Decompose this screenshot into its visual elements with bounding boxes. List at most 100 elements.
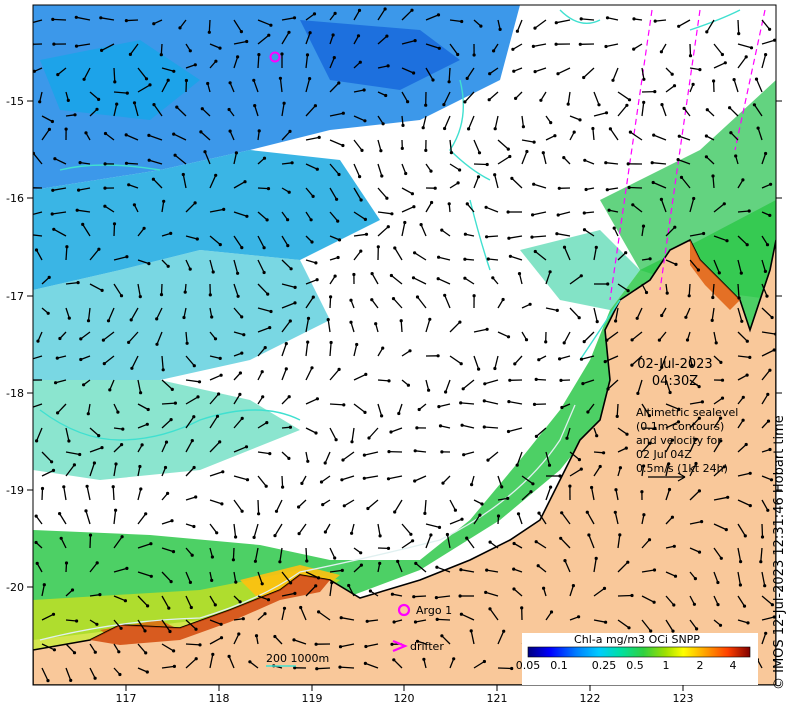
velocity-arrow-head [121,427,125,431]
velocity-arrow-head [472,294,476,298]
velocity-arrow-head [442,103,446,107]
velocity-arrow-head [386,225,390,229]
velocity-arrow-head [128,52,132,57]
velocity-arrow-head [700,400,705,404]
velocity-arrow-head [145,670,149,674]
velocity-arrow-head [692,602,697,606]
velocity-arrow-head [659,197,664,201]
velocity-arrow-head [169,418,173,422]
velocity-arrow-head [79,337,83,341]
velocity-arrow-head [210,578,214,583]
velocity-arrow-head [127,183,131,187]
velocity-arrow-head [364,232,369,236]
velocity-arrow-head [549,121,553,125]
velocity-arrow-head [739,271,743,275]
velocity-arrow-head [760,535,765,539]
velocity-arrow-head [563,559,567,563]
velocity-arrow-head [287,456,291,460]
velocity-arrow-head [254,634,259,638]
velocity-arrow-head [262,156,267,160]
velocity-arrow-head [440,634,444,638]
velocity-arrow-head [436,354,440,358]
velocity-arrow-head [607,208,611,212]
velocity-arrow-head [506,147,510,151]
velocity-arrow [208,19,211,33]
velocity-arrow-head [182,315,186,320]
velocity-arrow-head [449,151,453,155]
velocity-arrow-head [218,46,222,50]
velocity-arrow-head [215,531,219,535]
velocity-arrow-head [114,508,118,512]
velocity-arrow-head [67,439,71,443]
velocity-arrow-head [309,218,313,222]
velocity-arrow-head [219,622,223,626]
lat-tick-label: -17 [6,290,24,303]
velocity-arrow-head [53,157,57,161]
velocity-arrow [329,296,332,309]
velocity-arrow [52,18,67,21]
velocity-arrow-head [114,462,118,466]
velocity-arrow-head [595,320,599,324]
velocity-arrow-head [274,509,279,513]
velocity-arrow-head [739,560,743,564]
velocity-arrow-head [148,83,152,87]
velocity-arrow-head [667,487,672,492]
velocity-arrow-head [541,151,545,155]
velocity-arrow-head [642,513,646,517]
velocity-arrow-head [577,316,581,320]
velocity-arrow-head [485,162,489,167]
velocity-arrow-head [697,489,702,493]
velocity-arrow-head [705,30,709,34]
velocity-arrow-head [84,131,88,135]
velocity-arrow-head [461,387,465,391]
velocity-arrow-head [120,443,124,447]
velocity-arrow-head [525,149,529,154]
velocity-arrow-head [189,605,193,610]
velocity-arrow-head [624,446,628,450]
velocity-arrow-head [159,293,164,297]
velocity-arrow-head [310,240,314,244]
velocity-arrow-head [737,31,741,36]
velocity-arrow-head [698,68,702,72]
velocity-arrow-head [385,196,389,200]
velocity-arrow-head [54,381,58,385]
velocity-arrow-head [111,485,115,489]
velocity-arrow-head [652,568,657,572]
velocity-arrow-head [440,228,444,232]
velocity-arrow-head [440,450,444,454]
velocity-arrow-head [660,313,664,318]
velocity-arrow-head [404,171,408,176]
velocity-arrow-head [581,382,585,386]
velocity-arrow-head [125,255,129,259]
velocity-arrow-head [744,55,748,59]
velocity-arrow-head [422,657,426,661]
velocity-arrow [486,235,499,238]
velocity-arrow-head [306,316,311,320]
velocity-arrow-head [539,98,543,102]
velocity-arrow-head [562,245,567,249]
colorbar-tick-label: 1 [663,659,670,672]
velocity-arrow-head [278,76,282,80]
velocity-arrow-head [293,285,297,289]
velocity-arrow-head [517,272,522,276]
velocity-arrow-head [337,81,341,85]
velocity-arrow-head [260,582,264,586]
velocity-arrow-head [370,298,374,302]
colorbar: Chl-a mg/m3 OCi SNPP 0.05 0.1 0.25 0.5 1… [516,633,758,685]
velocity-arrow-head [27,407,30,410]
velocity-arrow-head [237,632,241,636]
velocity-arrow-head [391,297,396,301]
velocity-arrow-head [84,509,88,513]
velocity-arrow-head [138,295,142,299]
velocity-arrow-head [612,226,616,230]
velocity-arrow-head [287,395,291,399]
velocity-arrow-head [514,96,518,100]
velocity-arrow-head [288,319,292,323]
velocity-arrow-head [606,282,610,286]
isobath-legend-label: 200 1000m [266,652,329,665]
velocity-arrow-head [359,249,363,253]
velocity-arrow-head [587,533,591,537]
velocity-arrow-head [429,169,433,173]
velocity-arrow-head [745,339,749,343]
velocity-arrow-head [528,302,532,306]
